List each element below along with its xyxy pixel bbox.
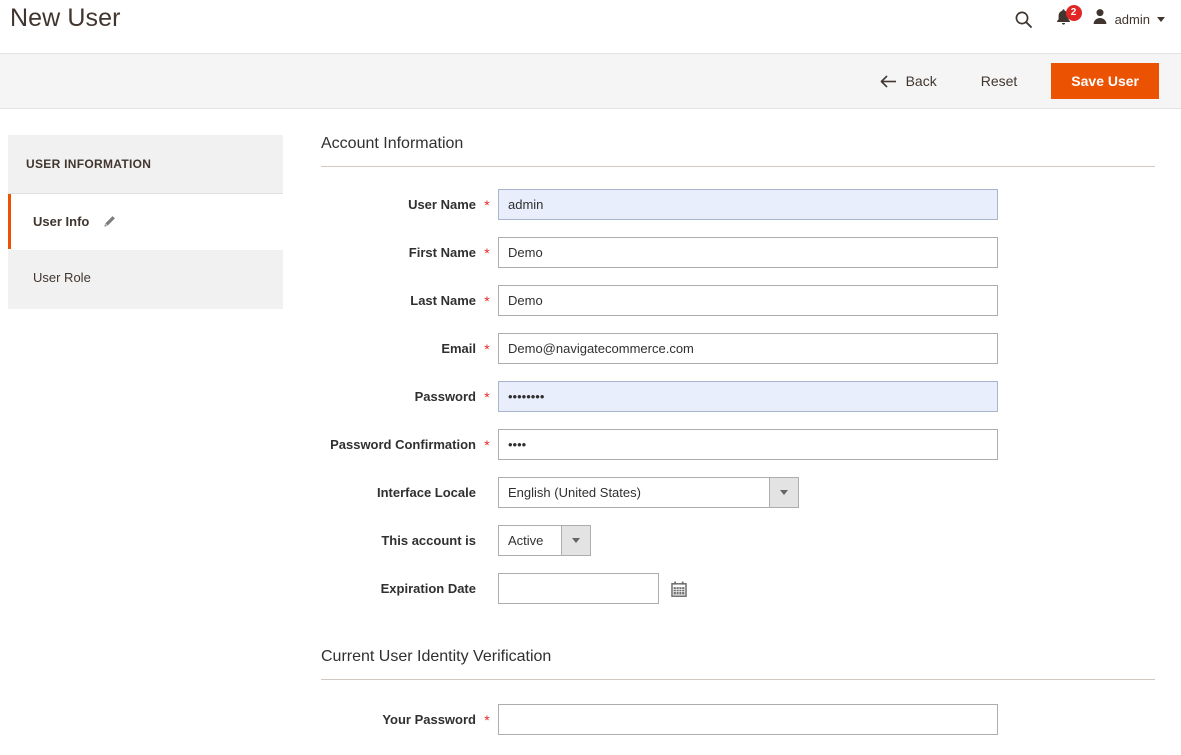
password-confirmation-input[interactable] [498,429,998,460]
field-label: Last Name [410,293,476,308]
sidebar-title: USER INFORMATION [8,135,283,194]
account-status-select[interactable]: Active [498,525,591,556]
required-marker: * [476,486,498,500]
field-label: Interface Locale [377,485,476,500]
required-marker: * [484,340,490,357]
user-name-input[interactable] [498,189,998,220]
field-row-password-confirmation: Password Confirmation * [321,429,1155,460]
field-row-your-password: Your Password * [321,704,1155,735]
calendar-icon[interactable] [671,581,687,597]
page-actions-toolbar: Back Reset Save User [0,53,1181,109]
chevron-down-icon [561,526,590,555]
field-row-last-name: Last Name * [321,285,1155,316]
pencil-icon [103,215,116,228]
search-icon[interactable] [1002,4,1045,34]
expiration-date-input[interactable] [498,573,659,604]
field-row-expiration-date: Expiration Date * [321,573,1155,604]
notification-count-badge: 2 [1065,4,1082,21]
section-title-identity-verification: Current User Identity Verification [321,648,1155,680]
field-row-interface-locale: Interface Locale * English (United State… [321,477,1155,508]
page-title: New User [10,4,121,32]
user-avatar-icon [1092,8,1108,30]
field-label: Email [441,341,476,356]
last-name-input[interactable] [498,285,998,316]
field-label: This account is [381,533,476,548]
field-row-user-name: User Name * [321,189,1155,220]
account-menu[interactable]: admin [1086,8,1167,30]
email-input[interactable] [498,333,998,364]
field-row-password: Password * [321,381,1155,412]
required-marker: * [484,196,490,213]
interface-locale-select[interactable]: English (United States) [498,477,799,508]
sidebar-item-label: User Role [33,270,91,285]
field-label: Password [414,389,476,404]
field-label: Password Confirmation [330,437,476,452]
first-name-input[interactable] [498,237,998,268]
field-label: User Name [408,197,476,212]
reset-button[interactable]: Reset [967,66,1032,96]
required-marker: * [484,436,490,453]
chevron-down-icon [769,478,798,507]
account-name: admin [1114,11,1150,27]
required-marker: * [484,244,490,261]
header-actions: 2 admin [1002,4,1167,34]
account-status-value: Active [508,533,544,548]
field-label: First Name [408,245,476,260]
back-button[interactable]: Back [872,67,945,95]
page-main: USER INFORMATION User Info User Role Acc… [0,109,1181,752]
chevron-down-icon [1157,16,1165,22]
sidebar-item-user-info[interactable]: User Info [8,194,283,250]
interface-locale-value: English (United States) [508,485,641,500]
user-information-sidebar: USER INFORMATION User Info User Role [8,135,283,309]
page-header: New User 2 admin [0,0,1181,53]
form-content: Account Information User Name * First Na… [283,135,1181,752]
field-row-email: Email * [321,333,1155,364]
field-row-account-status: This account is * Active [321,525,1155,556]
field-label: Expiration Date [380,581,476,596]
required-marker: * [484,711,490,728]
required-marker: * [484,388,490,405]
required-marker: * [484,292,490,309]
notifications-button[interactable]: 2 [1045,4,1086,31]
field-row-first-name: First Name * [321,237,1155,268]
field-label: Your Password [382,712,476,727]
save-user-button[interactable]: Save User [1051,63,1159,99]
your-password-input[interactable] [498,704,998,735]
arrow-left-icon [880,75,897,88]
sidebar-item-label: User Info [33,214,90,229]
required-marker: * [476,582,498,596]
required-marker: * [476,534,498,548]
section-title-account-information: Account Information [321,135,1155,167]
password-input[interactable] [498,381,998,412]
sidebar-item-user-role[interactable]: User Role [8,250,283,309]
back-button-label: Back [905,73,937,89]
